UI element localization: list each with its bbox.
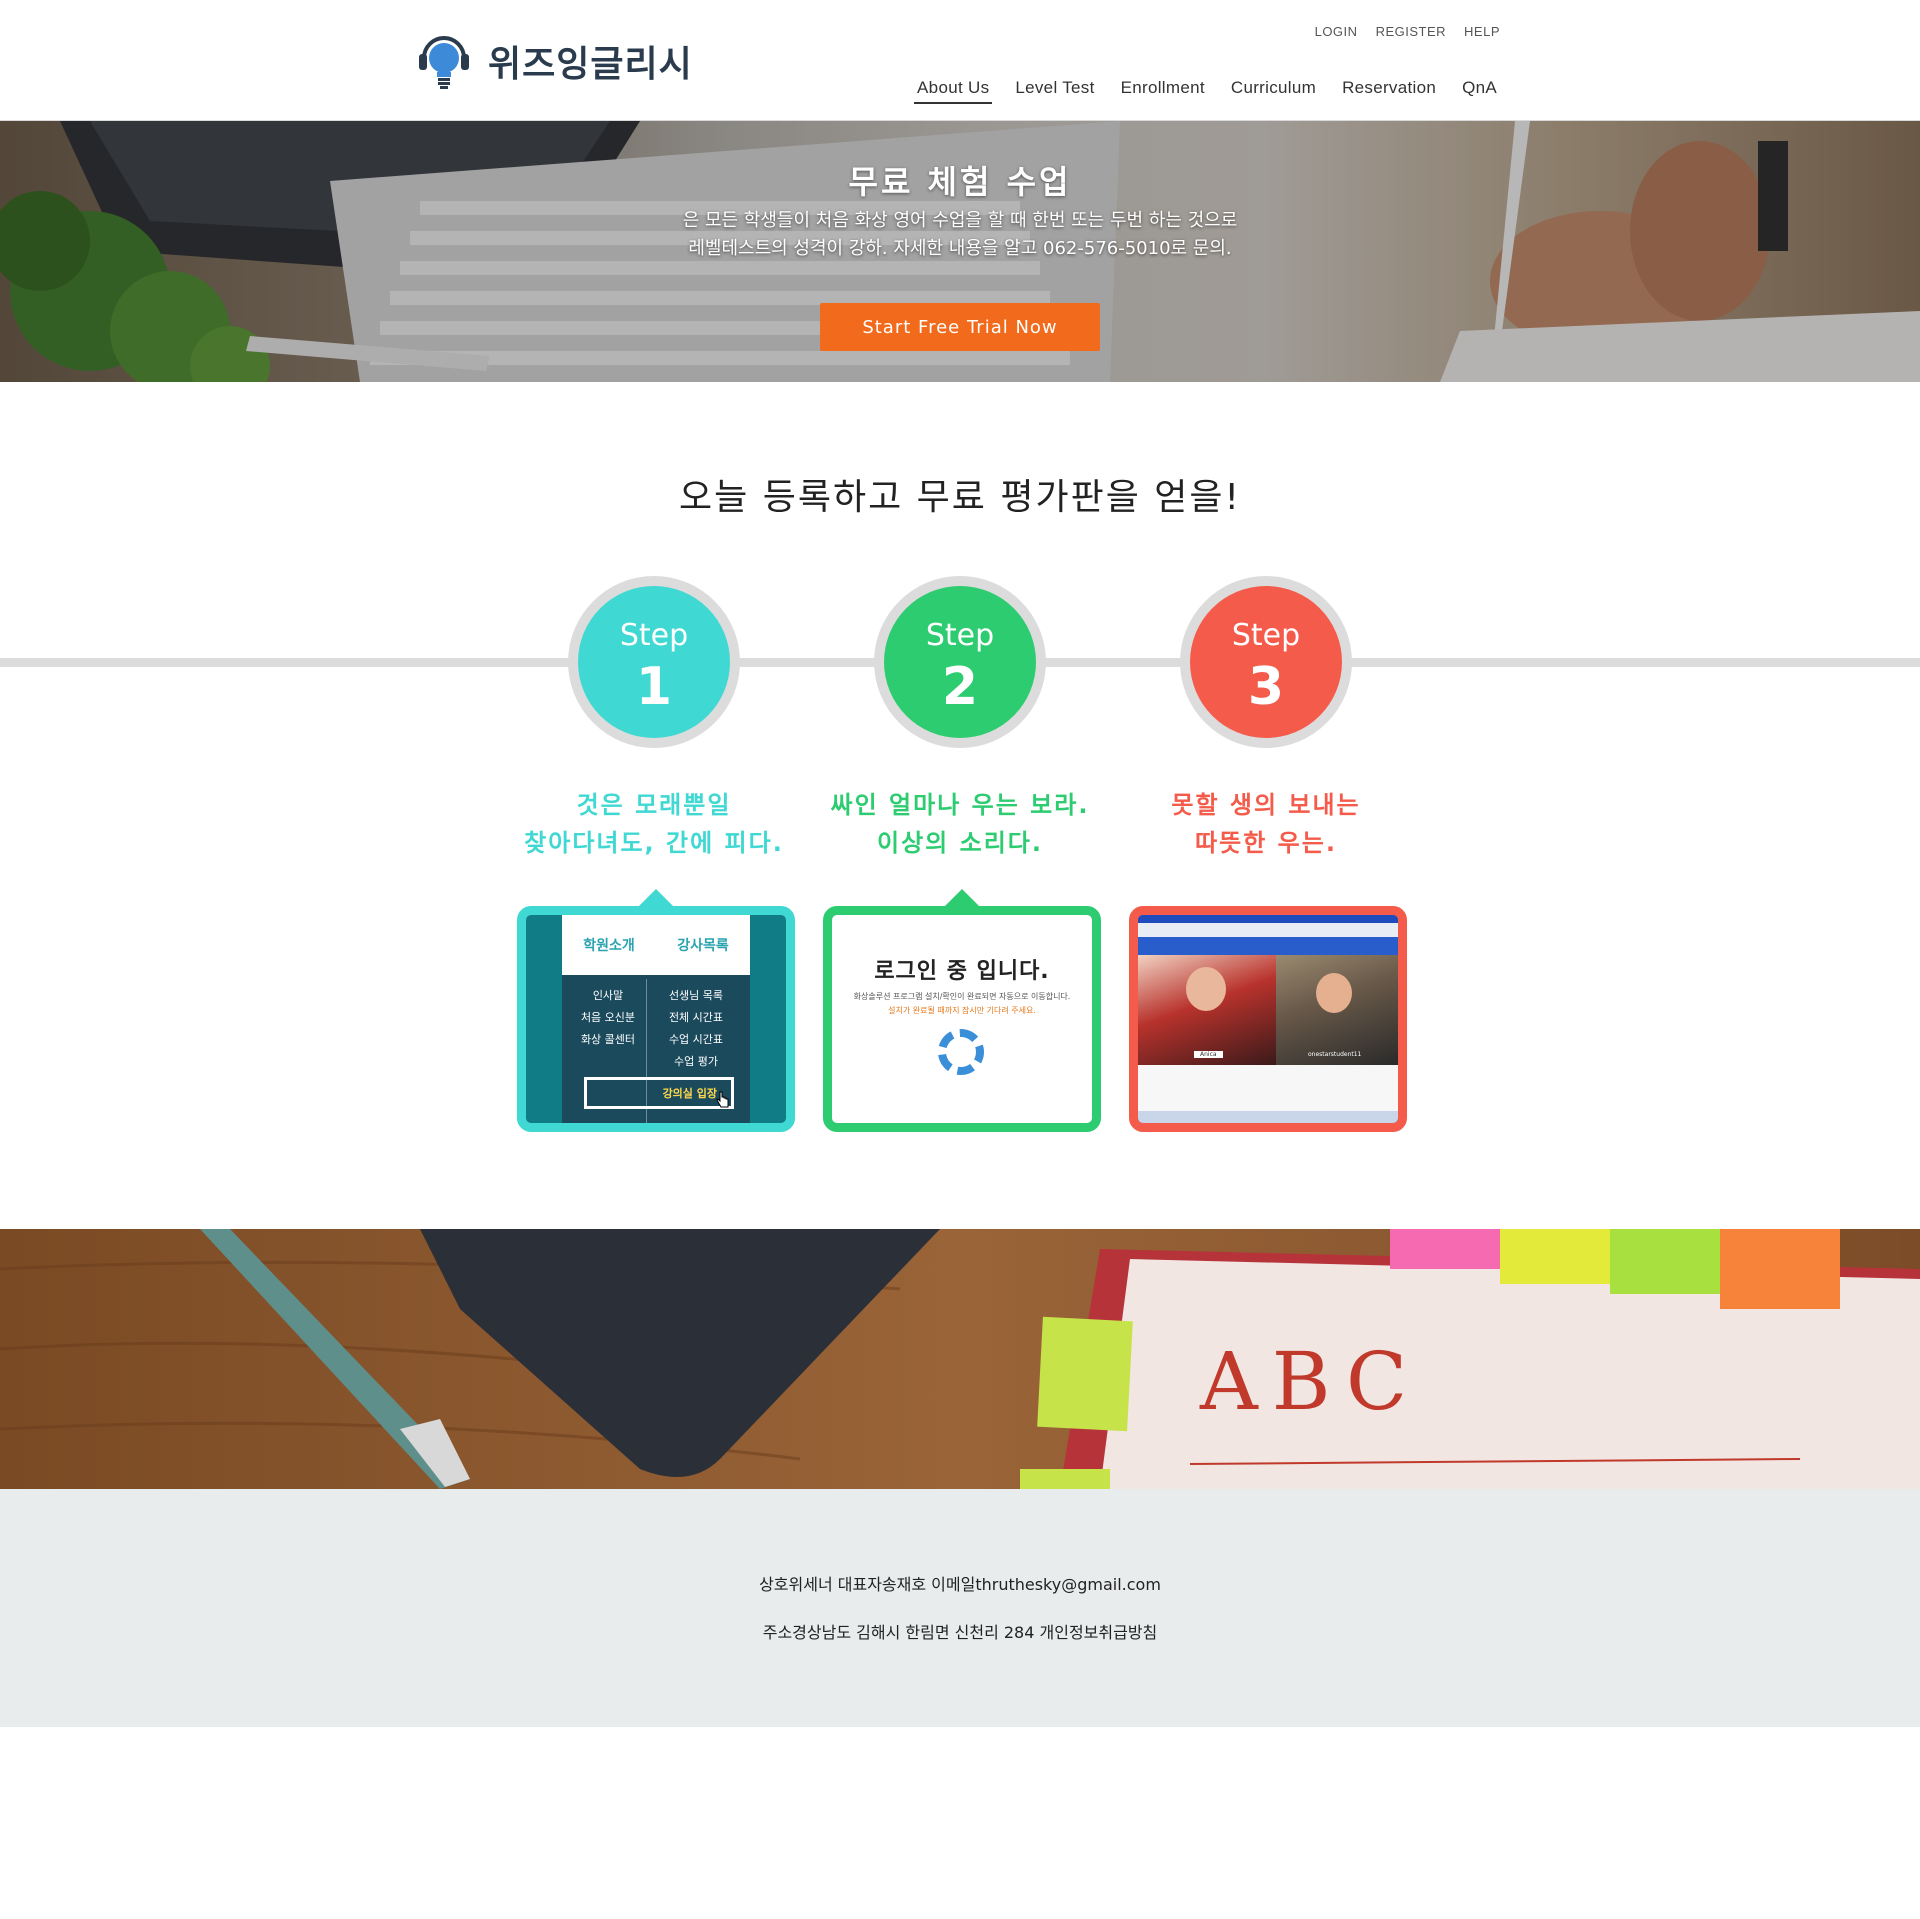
site-logo-text: 위즈잉글리시 [488,44,693,85]
student-name-tag: onestarstudent11 [1308,1051,1362,1058]
footer-address-info: 주소경상남도 김해시 한림면 신천리 284 개인정보취급방침 [762,1623,1158,1642]
classroom-enter-highlight: 강의실 입장 [584,1077,734,1109]
desk-photo-banner: ABC [0,1229,1920,1489]
step-3-number: 3 [1247,657,1285,717]
menu-tab-academy: 학원소개 [583,938,635,954]
step-3-badge: Step 3 [1180,576,1352,748]
step-2-label: Step [925,618,995,653]
nav-qna[interactable]: QnA [1459,78,1500,104]
step-3-line2: 따뜻한 우는. [1195,829,1337,857]
logging-in-title: 로그인 중 입니다. [874,959,1050,984]
chat-area [1138,1065,1398,1115]
step-1-number: 1 [635,657,673,717]
step-3-line1: 못할 생의 보내는 [1171,791,1361,819]
card-pointer [944,889,980,907]
loading-spinner-icon [938,1029,984,1075]
hero-title: 무료 체험 수업 [848,163,1072,201]
step-2-screenshot-card: 로그인 중 입니다. 화상솔루션 프로그램 설치/확인이 완료되면 자동으로 이… [823,889,1101,1132]
step-2-description: 싸인 얼마나 우는 보라. 이상의 소리다. [810,786,1110,862]
menu-item: 전체 시간표 [668,1011,724,1024]
menu-item: 화상 콜센터 [580,1033,636,1046]
logging-in-notice: 설치가 완료될 때까지 잠시만 기다려 주세요. [888,1006,1036,1015]
nav-level-test[interactable]: Level Test [1012,78,1097,104]
app-titlebar [1138,915,1398,923]
step-3-label: Step [1231,618,1301,653]
lightbulb-headset-icon [419,36,469,89]
main-nav: About Us Level Test Enrollment Curriculu… [914,78,1500,104]
menu-tabs: 학원소개 강사목록 [562,915,750,975]
hero-description: 은 모든 학생들이 처음 화상 영어 수업을 할 때 한번 또는 두번 하는 것… [0,207,1920,263]
menu-item: 수업 시간표 [668,1033,724,1046]
teacher-name-tag: Anica [1194,1051,1223,1058]
site-logo[interactable]: 위즈잉글리시 [418,28,693,94]
step-3-description: 못할 생의 보내는 따뜻한 우는. [1116,786,1416,862]
step-1-description: 것은 모래뿐일 찾아다녀도, 간에 피다. [504,786,804,862]
classroom-enter-label: 강의실 입장 [662,1087,717,1100]
footer-company-info: 상호위세너 대표자송재호 이메일thruthesky@gmail.com [759,1575,1161,1594]
cursor-hand-icon [716,1091,729,1108]
taskbar [1138,1111,1398,1123]
desk-photo-image: ABC [0,1229,1920,1489]
start-free-trial-button[interactable]: Start Free Trial Now [820,303,1100,351]
svg-text:ABC: ABC [1199,1335,1421,1428]
step-1-screenshot-card: 학원소개 강사목록 인사말 처음 오신분 화상 콜센터 선생님 목록 전체 시간… [517,889,795,1132]
menu-item: 선생님 목록 [668,989,724,1002]
card-pointer [638,889,674,907]
step-1-line1: 것은 모래뿐일 [576,791,732,819]
menu-item: 처음 오신분 [580,1011,636,1024]
hero-description-line1: 은 모든 학생들이 처음 화상 영어 수업을 할 때 한번 또는 두번 하는 것… [682,210,1238,231]
step-2-number: 2 [941,657,979,717]
menu-item: 수업 평가 [674,1055,718,1068]
step-2-line1: 싸인 얼마나 우는 보라. [830,791,1090,819]
site-header: 위즈잉글리시 LOGIN REGISTER HELP About Us Leve… [0,0,1920,122]
nav-reservation[interactable]: Reservation [1339,78,1439,104]
menu-tab-teachers: 강사목록 [677,938,729,954]
step-2-line2: 이상의 소리다. [877,829,1043,857]
step-2-badge: Step 2 [874,576,1046,748]
step-1-badge: Step 1 [568,576,740,748]
utility-nav: LOGIN REGISTER HELP [1315,24,1500,39]
step-3-screenshot-card: Anica onestarstudent11 [1129,906,1407,1132]
site-footer: 상호위세너 대표자송재호 이메일thruthesky@gmail.com 주소경… [0,1489,1920,1727]
student-face [1316,973,1352,1013]
logging-in-subtext: 화상솔루션 프로그램 설치/확인이 완료되면 자동으로 이동합니다. [853,992,1071,1001]
hero-description-line2: 레벨테스트의 성격이 강하. 자세한 내용을 알고 062-576-5010로 … [688,238,1232,259]
menu-left-column: 인사말 처음 오신분 화상 콜센터 [570,985,646,1051]
nav-enrollment[interactable]: Enrollment [1118,78,1208,104]
teacher-face [1186,967,1226,1011]
hero-banner: 무료 체험 수업 은 모든 학생들이 처음 화상 영어 수업을 할 때 한번 또… [0,121,1920,382]
nav-about-us[interactable]: About Us [914,78,993,104]
step-1-line2: 찾아다녀도, 간에 피다. [524,829,784,857]
menu-right-column: 선생님 목록 전체 시간표 수업 시간표 수업 평가 [652,985,740,1073]
app-toolbar [1138,923,1398,937]
nav-curriculum[interactable]: Curriculum [1228,78,1319,104]
menu-item: 인사말 [592,989,624,1002]
register-link[interactable]: REGISTER [1376,24,1446,39]
help-link[interactable]: HELP [1464,24,1500,39]
login-link[interactable]: LOGIN [1315,24,1358,39]
steps-section-title: 오늘 등록하고 무료 평가판을 얻을! [679,477,1241,518]
step-1-label: Step [619,618,689,653]
card-pointer [1250,906,1286,907]
